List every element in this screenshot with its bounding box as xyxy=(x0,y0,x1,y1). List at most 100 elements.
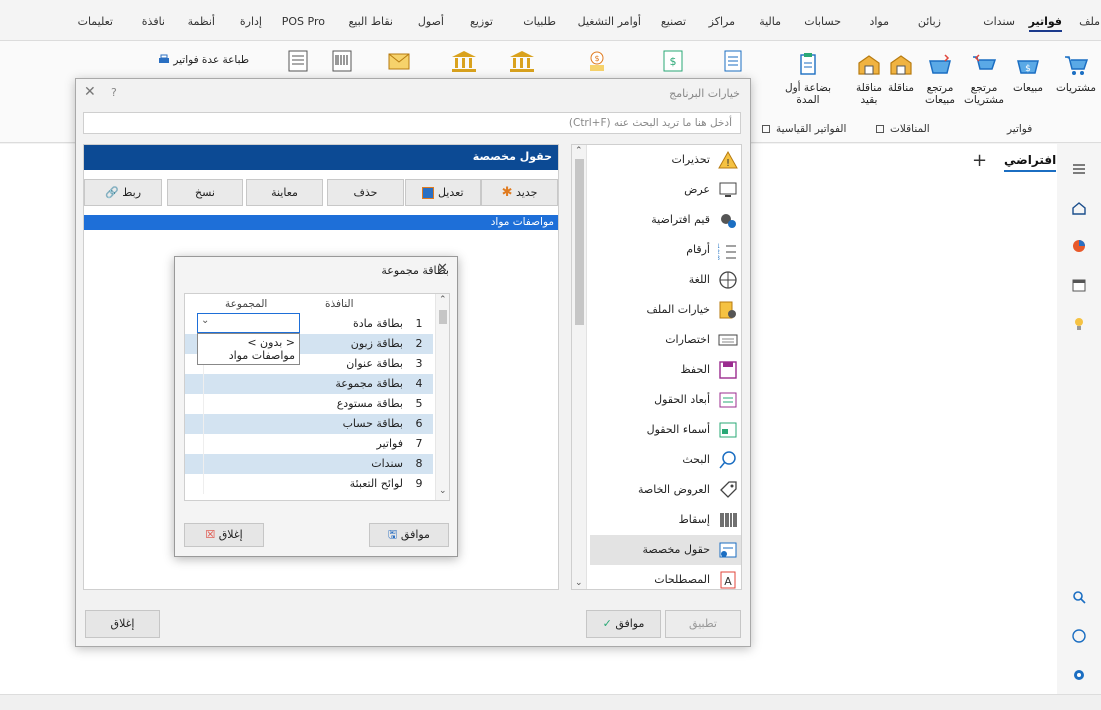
option-item[interactable]: أبعاد الحقول xyxy=(590,385,741,415)
option-item[interactable]: إسقاط xyxy=(590,505,741,535)
scroll-thumb[interactable] xyxy=(439,310,447,324)
scroll-thumb[interactable] xyxy=(575,159,584,325)
menu-orders[interactable]: طلبيات xyxy=(523,15,556,28)
menu-window[interactable]: نافذة xyxy=(142,15,165,28)
option-item[interactable]: العروض الخاصة xyxy=(590,475,741,505)
dropdown-option[interactable]: < بدون > xyxy=(202,336,295,349)
menu-centers[interactable]: مراكز xyxy=(709,15,735,28)
palette-icon[interactable] xyxy=(1071,628,1087,644)
option-item[interactable]: أسماء الحقول xyxy=(590,415,741,445)
help-button[interactable]: ? xyxy=(111,86,117,99)
add-tab-button[interactable]: + xyxy=(972,150,987,171)
close-button[interactable]: إغلاق xyxy=(85,610,160,638)
menu-materials[interactable]: مواد xyxy=(869,15,889,28)
preview-button[interactable]: معاينة xyxy=(246,179,323,206)
transfer-button[interactable]: مناقلة xyxy=(884,51,918,94)
close-icon[interactable]: ✕ xyxy=(84,84,96,100)
menu-assets[interactable]: أصول xyxy=(418,15,444,28)
menu-distribution[interactable]: توزيع xyxy=(470,15,493,28)
group-cell[interactable] xyxy=(203,454,305,474)
delete-button[interactable]: حذف xyxy=(327,179,404,206)
option-label: اللغة xyxy=(688,273,710,286)
table-row[interactable]: 4 بطاقة مجموعة xyxy=(185,374,433,394)
group-cell[interactable] xyxy=(203,474,305,494)
menu-accounts[interactable]: حسابات xyxy=(804,15,841,28)
link-button[interactable]: 🔗 ربط xyxy=(84,179,162,206)
print-multiple-invoices-button[interactable]: طباعة عدة فواتير xyxy=(158,54,249,66)
new-button[interactable]: ✱ جديد xyxy=(481,179,558,206)
menu-file[interactable]: ملف xyxy=(1079,15,1100,28)
group-cell[interactable] xyxy=(203,394,305,414)
option-item[interactable]: حقول مخصصة xyxy=(590,535,741,565)
sales-button[interactable]: $ مبيعات xyxy=(1006,51,1050,94)
purchases-button[interactable]: مشتريات xyxy=(1052,51,1100,94)
svg-text:!: ! xyxy=(726,158,730,169)
menu-pos-pro[interactable]: POS Pro xyxy=(282,15,325,28)
option-item[interactable]: 123 أرقام xyxy=(590,235,741,265)
table-row[interactable]: 9 لوائح التعبئة xyxy=(185,474,433,494)
scroll-up-icon[interactable]: ⌃ xyxy=(575,146,583,156)
grid-scrollbar[interactable]: ⌃ ⌄ xyxy=(435,294,449,500)
purchase-return-button[interactable]: مرتجع مشتريات xyxy=(962,51,1006,106)
hamburger-icon[interactable] xyxy=(1071,161,1087,177)
group-cell[interactable] xyxy=(203,414,305,434)
table-row[interactable]: 6 بطاقة حساب xyxy=(185,414,433,434)
menu-pos[interactable]: نقاط البيع xyxy=(348,15,393,28)
option-item[interactable]: A المصطلحات xyxy=(590,565,741,589)
calendar-icon[interactable] xyxy=(1071,277,1087,293)
menu-management[interactable]: إدارة xyxy=(240,15,262,28)
options-search-input[interactable]: أدخل هنا ما تريد البحث عنه (Ctrl+F) xyxy=(83,112,741,134)
menu-manufacturing[interactable]: تصنيع xyxy=(661,15,686,28)
transfer-restricted-button[interactable]: مناقلة بقيد xyxy=(852,51,886,106)
option-item[interactable]: ! تحذيرات xyxy=(590,145,741,175)
dropdown-option[interactable]: مواصفات مواد xyxy=(202,349,295,362)
group-cell[interactable] xyxy=(203,374,305,394)
group-cell[interactable] xyxy=(203,434,305,454)
close-icon[interactable]: ✕ xyxy=(437,261,448,276)
scroll-down-icon[interactable]: ⌄ xyxy=(439,486,447,496)
menu-systems[interactable]: أنظمة xyxy=(188,15,215,28)
table-row[interactable]: 7 فواتير xyxy=(185,434,433,454)
option-item[interactable]: اللغة xyxy=(590,265,741,295)
tab-default[interactable]: افتراضي xyxy=(1004,153,1057,172)
search-icon[interactable] xyxy=(1071,589,1087,605)
option-item[interactable]: خيارات الملف xyxy=(590,295,741,325)
edit-button[interactable]: تعديل xyxy=(405,179,481,206)
custom-field-list-item[interactable]: مواصفات مواد xyxy=(84,215,558,230)
scroll-up-icon[interactable]: ⌃ xyxy=(439,295,447,305)
row-number: 4 xyxy=(415,377,423,390)
menu-invoices[interactable]: فواتير xyxy=(1028,15,1062,32)
option-item[interactable]: البحث xyxy=(590,445,741,475)
gear-icon[interactable] xyxy=(1071,667,1087,683)
group-close-button[interactable]: ☒ إغلاق xyxy=(184,523,264,547)
new-star-icon: ✱ xyxy=(501,185,513,200)
table-row[interactable]: 8 سندات xyxy=(185,454,433,474)
menu-customers[interactable]: زبائن xyxy=(918,15,941,28)
group-launcher-icon[interactable] xyxy=(762,125,770,133)
scroll-down-icon[interactable]: ⌄ xyxy=(575,578,583,588)
option-item[interactable]: اختصارات xyxy=(590,325,741,355)
opening-goods-button[interactable]: بضاعة أول المدة xyxy=(778,51,838,106)
menu-vouchers[interactable]: سندات xyxy=(983,15,1015,28)
menu-help[interactable]: تعليمات xyxy=(78,15,113,28)
cart-return-icon xyxy=(973,54,997,70)
lightbulb-icon[interactable] xyxy=(1071,316,1087,332)
pie-chart-icon[interactable] xyxy=(1071,238,1087,254)
group-ok-button[interactable]: 🖫 موافق xyxy=(369,523,449,547)
copy-button[interactable]: نسخ xyxy=(167,179,243,206)
group-launcher-icon[interactable] xyxy=(876,125,884,133)
column-header-group: المجموعة xyxy=(225,298,268,310)
group-select[interactable]: ⌄ xyxy=(197,313,300,333)
apply-button[interactable]: تطبيق xyxy=(665,610,741,638)
menu-work-orders[interactable]: أوامر التشغيل xyxy=(578,15,641,28)
ok-button[interactable]: ✓ موافق xyxy=(586,610,661,638)
menu-finance[interactable]: مالية xyxy=(759,15,781,28)
sales-return-button[interactable]: مرتجع مبيعات xyxy=(918,51,962,106)
chevron-down-icon[interactable]: ⌄ xyxy=(201,315,209,326)
options-scrollbar[interactable]: ⌃ ⌄ xyxy=(572,145,587,589)
table-row[interactable]: 5 بطاقة مستودع xyxy=(185,394,433,414)
option-item[interactable]: عرض xyxy=(590,175,741,205)
home-icon[interactable] xyxy=(1071,200,1087,216)
option-item[interactable]: قيم افتراضية xyxy=(590,205,741,235)
option-item[interactable]: الحفظ xyxy=(590,355,741,385)
